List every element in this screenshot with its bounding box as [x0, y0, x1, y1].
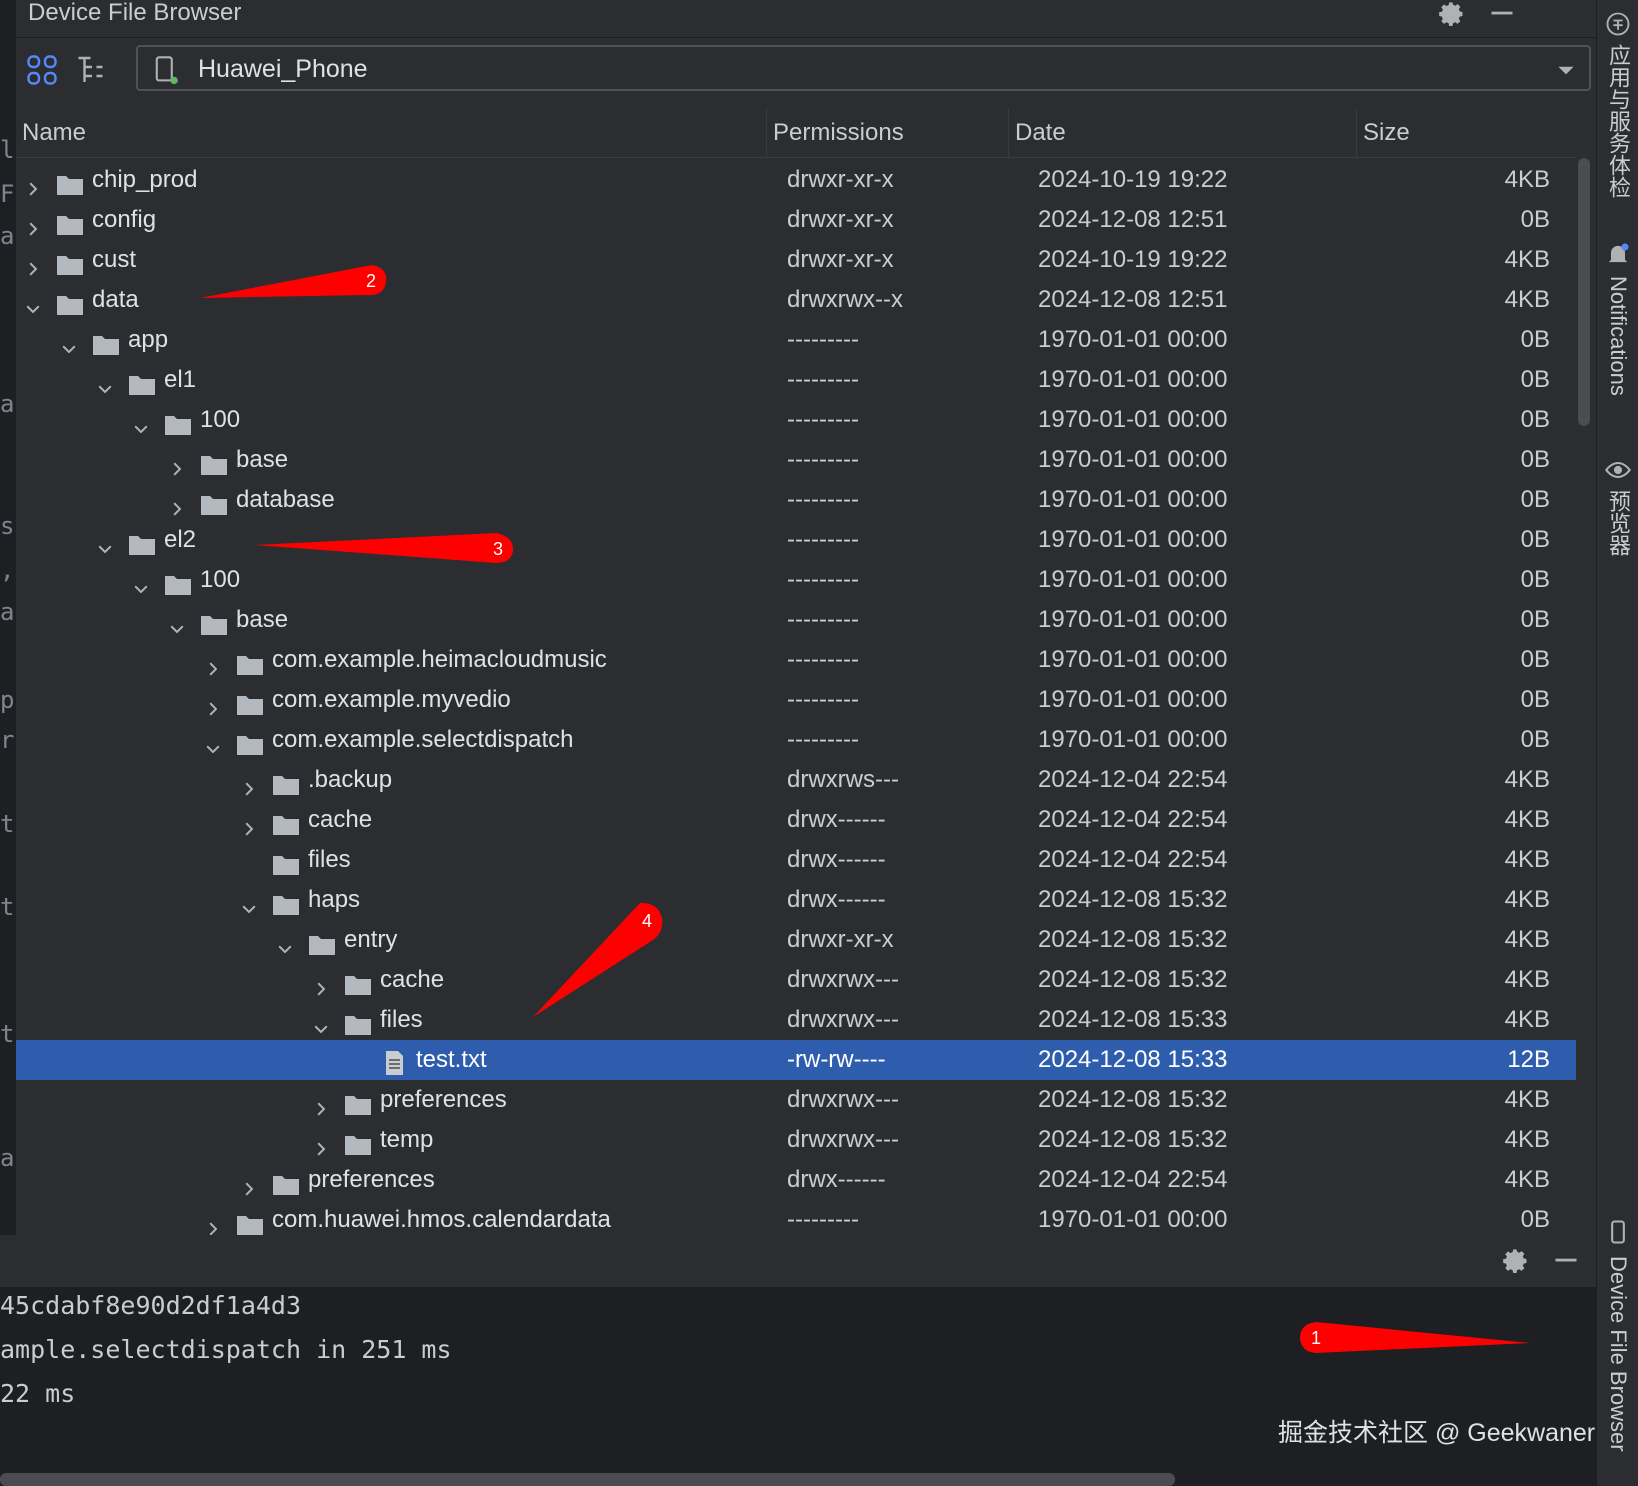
annotation-layer: 2 3 4 1 [200, 265, 1530, 1353]
annotation-label-4: 4 [642, 911, 652, 931]
annotation-arrow-1: 1 [1300, 1322, 1530, 1353]
annotation-label-2: 2 [366, 271, 376, 291]
annotation-arrow-3: 3 [255, 533, 514, 563]
annotation-arrow-2: 2 [200, 265, 387, 298]
annotation-label-1: 1 [1311, 1328, 1321, 1348]
annotation-label-3: 3 [493, 539, 503, 559]
annotation-arrow-4: 4 [533, 902, 663, 1017]
